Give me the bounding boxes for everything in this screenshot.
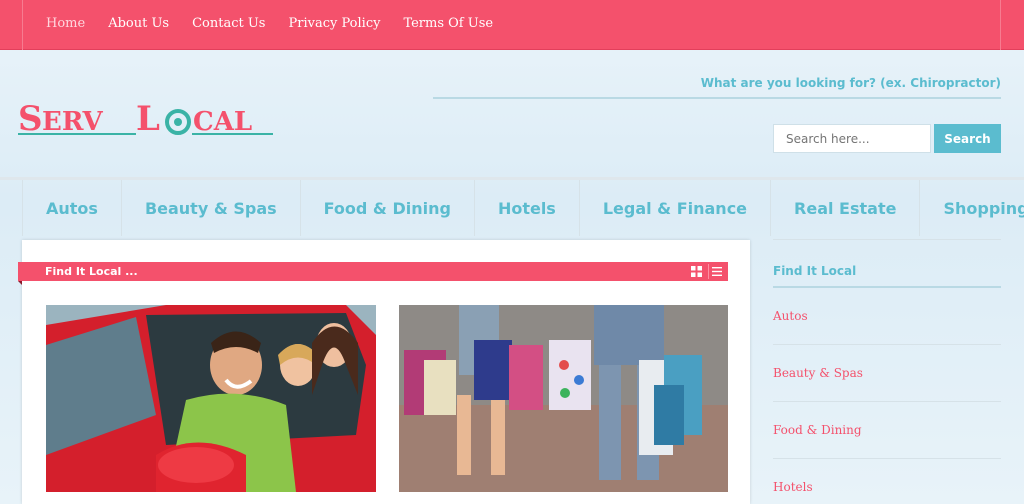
svg-text:L: L <box>136 99 160 139</box>
listing-image-shopping[interactable] <box>399 305 728 492</box>
nav-divider <box>1000 0 1001 50</box>
nav-link-home[interactable]: Home <box>46 16 85 31</box>
listing-image-autos[interactable] <box>46 305 376 492</box>
sidebar-divider <box>773 401 1001 402</box>
sidebar-title-rule <box>773 286 1001 288</box>
nav-link-privacy-policy[interactable]: Privacy Policy <box>288 16 380 31</box>
sidebar-divider <box>773 458 1001 459</box>
ribbon-fold <box>18 281 22 285</box>
sidebar-link-food-dining[interactable]: Food & Dining <box>773 423 862 437</box>
nav-link-terms-of-use[interactable]: Terms Of Use <box>403 16 493 31</box>
find-it-local-bar: Find It Local ... <box>18 262 728 281</box>
header-divider <box>433 97 1001 99</box>
grid-view-icon[interactable] <box>689 264 704 279</box>
search-button[interactable]: Search <box>934 124 1001 153</box>
nav-link-about-us[interactable]: About Us <box>108 16 169 31</box>
top-nav-bar: Home About Us Contact Us Privacy Policy … <box>0 0 1024 50</box>
sidebar-link-beauty-spas[interactable]: Beauty & Spas <box>773 366 863 380</box>
category-autos[interactable]: Autos <box>22 180 121 236</box>
category-bar: Autos Beauty & Spas Food & Dining Hotels… <box>22 180 1024 236</box>
sidebar-title: Find It Local <box>773 264 857 278</box>
sidebar-link-hotels[interactable]: Hotels <box>773 480 813 494</box>
category-food-dining[interactable]: Food & Dining <box>299 180 474 236</box>
category-shopping[interactable]: Shopping <box>919 180 1024 236</box>
sidebar-divider <box>773 344 1001 345</box>
top-nav: Home About Us Contact Us Privacy Policy … <box>46 16 493 31</box>
nav-link-contact-us[interactable]: Contact Us <box>192 16 265 31</box>
search-prompt: What are you looking for? (ex. Chiroprac… <box>700 76 1001 90</box>
sidebar-link-autos[interactable]: Autos <box>773 309 808 323</box>
sidebar-divider <box>773 239 1001 240</box>
nav-divider <box>22 0 23 50</box>
category-real-estate[interactable]: Real Estate <box>770 180 919 236</box>
section-title: Find It Local ... <box>45 265 138 278</box>
category-beauty-spas[interactable]: Beauty & Spas <box>120 180 300 236</box>
category-hotels[interactable]: Hotels <box>473 180 579 236</box>
category-legal-finance[interactable]: Legal & Finance <box>578 180 770 236</box>
svg-text:ERV: ERV <box>42 107 103 137</box>
svg-text:CAL: CAL <box>193 107 252 137</box>
search-input[interactable] <box>773 124 931 153</box>
list-view-icon[interactable] <box>708 264 725 279</box>
site-logo[interactable]: S ERV L CAL <box>18 96 278 140</box>
